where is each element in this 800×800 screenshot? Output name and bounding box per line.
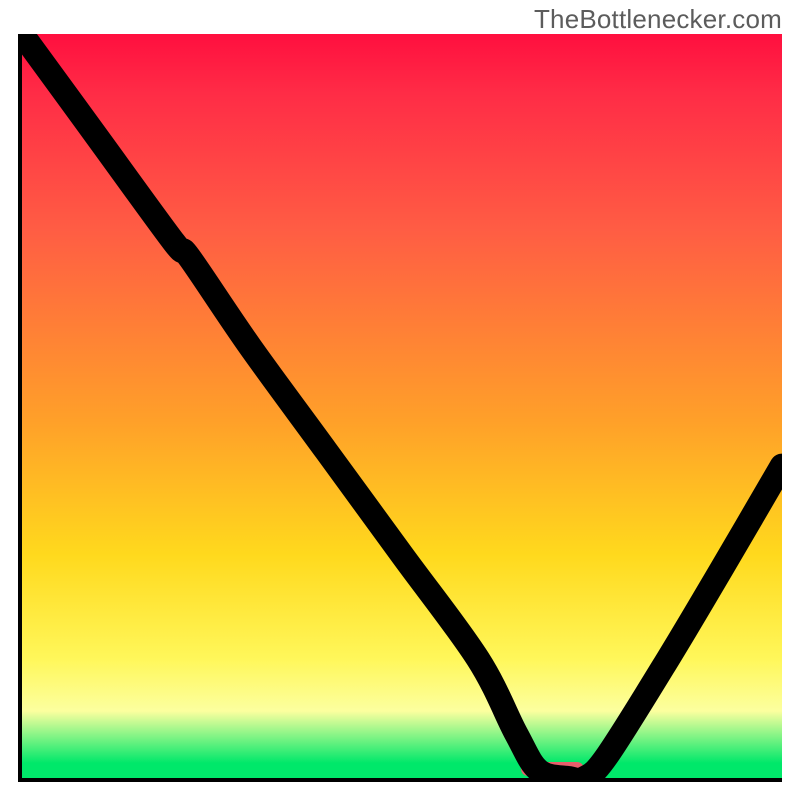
bottleneck-curve-svg bbox=[22, 34, 782, 778]
watermark-text: TheBottlenecker.com bbox=[534, 4, 782, 35]
bottleneck-chart bbox=[18, 34, 782, 782]
bottleneck-curve-path bbox=[22, 34, 782, 778]
